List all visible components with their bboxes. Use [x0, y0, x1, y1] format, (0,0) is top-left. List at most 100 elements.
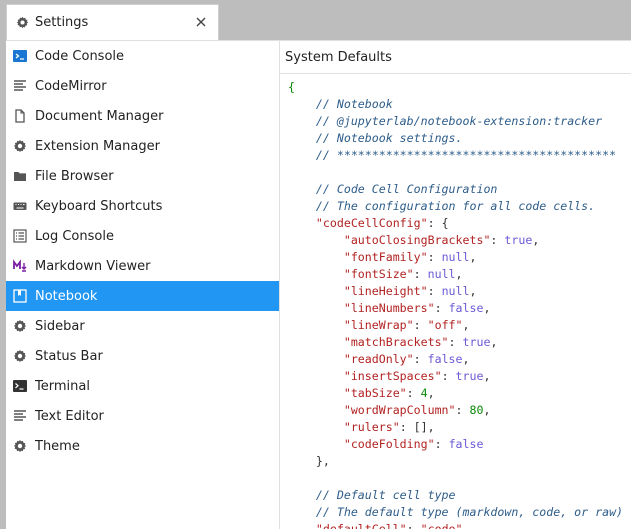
list-icon	[13, 229, 27, 243]
code-line: "autoClosingBrackets": true,	[288, 232, 623, 249]
code-line: },	[288, 453, 623, 470]
sidebar-item-codemirror[interactable]: CodeMirror	[6, 71, 279, 101]
code-token: // @jupyterlab/notebook-extension:tracke…	[288, 114, 603, 128]
settings-tab[interactable]: Settings	[6, 4, 219, 40]
code-token: :	[413, 352, 428, 366]
code-token: "lineHeight"	[288, 284, 428, 298]
sidebar-item-theme[interactable]: Theme	[6, 431, 279, 461]
gear-icon	[13, 439, 27, 453]
code-line: "lineWrap": "off",	[288, 317, 623, 334]
code-token: ,	[490, 335, 498, 349]
sidebar-item-sidebar[interactable]: Sidebar	[6, 311, 279, 341]
code-token: false	[448, 437, 484, 451]
code-token: 80	[469, 403, 484, 417]
system-defaults-editor[interactable]: System Defaults { // Notebook // @jupyte…	[280, 41, 631, 529]
sidebar-item-label: Text Editor	[35, 408, 104, 424]
sidebar-item-label: Notebook	[35, 288, 98, 304]
code-line: "codeFolding": false	[288, 436, 623, 453]
code-line: "lineHeight": null,	[288, 283, 623, 300]
code-token: false	[448, 301, 484, 315]
code-token: "insertSpaces"	[288, 369, 442, 383]
code-line: // Default cell type	[288, 487, 623, 504]
code-token: :	[413, 267, 428, 281]
code-token: true	[455, 369, 484, 383]
code-token: "readOnly"	[288, 352, 414, 366]
sidebar-item-notebook[interactable]: Notebook	[6, 281, 279, 311]
gear-icon	[13, 319, 27, 333]
code-token: "codeCellConfig"	[288, 216, 428, 230]
sidebar-item-terminal[interactable]: Terminal	[6, 371, 279, 401]
gear-icon	[15, 16, 29, 30]
tab-bar: Settings	[0, 0, 631, 40]
code-line: // Code Cell Configuration	[288, 181, 623, 198]
code-token: // The configuration for all code cells.	[288, 199, 596, 213]
code-token: "codeFolding"	[288, 437, 435, 451]
sidebar-item-label: Log Console	[35, 228, 114, 244]
code-token: // Code Cell Configuration	[288, 182, 498, 196]
gear-icon	[13, 139, 27, 153]
code-line: "codeCellConfig": {	[288, 215, 623, 232]
sidebar-item-label: Document Manager	[35, 108, 164, 124]
code-token: 4	[420, 386, 428, 400]
sidebar-item-log-console[interactable]: Log Console	[6, 221, 279, 251]
close-icon[interactable]	[194, 14, 208, 28]
code-token: :	[441, 369, 456, 383]
code-token: ,	[483, 369, 491, 383]
code-token: ,	[469, 284, 477, 298]
code-token: :	[406, 386, 421, 400]
code-token: ,	[483, 403, 491, 417]
code-token: :	[427, 284, 442, 298]
code-view[interactable]: { // Notebook // @jupyterlab/notebook-ex…	[288, 79, 623, 529]
sidebar-item-status-bar[interactable]: Status Bar	[6, 341, 279, 371]
code-line: "lineNumbers": false,	[288, 300, 623, 317]
sidebar-item-keyboard-shortcuts[interactable]: Keyboard Shortcuts	[6, 191, 279, 221]
code-token: "matchBrackets"	[288, 335, 449, 349]
markdown-icon	[13, 259, 27, 273]
terminal-icon	[13, 379, 27, 393]
code-token: ,	[427, 386, 435, 400]
sidebar-item-text-editor[interactable]: Text Editor	[6, 401, 279, 431]
code-token: true	[462, 335, 491, 349]
code-token: // Notebook	[288, 97, 393, 111]
sidebar-item-file-browser[interactable]: File Browser	[6, 161, 279, 191]
sidebar-item-extension-manager[interactable]: Extension Manager	[6, 131, 279, 161]
text-lines-icon	[13, 79, 27, 93]
code-token: true	[504, 233, 533, 247]
code-token: null	[427, 267, 456, 281]
code-line: "readOnly": false,	[288, 351, 623, 368]
document-icon	[13, 109, 27, 123]
sidebar-item-label: Status Bar	[35, 348, 103, 364]
sidebar-item-code-console[interactable]: Code Console	[6, 41, 279, 71]
code-token: // *************************************…	[288, 148, 617, 162]
keyboard-icon	[13, 199, 27, 213]
code-token: "lineNumbers"	[288, 301, 435, 315]
sidebar-item-document-manager[interactable]: Document Manager	[6, 101, 279, 131]
text-lines-icon	[13, 409, 27, 423]
code-line: "fontSize": null,	[288, 266, 623, 283]
sidebar-item-label: Sidebar	[35, 318, 85, 334]
code-token: ,	[532, 233, 540, 247]
sidebar-item-label: Code Console	[35, 48, 125, 64]
code-line: "rulers": [],	[288, 419, 623, 436]
sidebar-item-label: Extension Manager	[35, 138, 160, 154]
code-line: "matchBrackets": true,	[288, 334, 623, 351]
sidebar-item-markdown-viewer[interactable]: Markdown Viewer	[6, 251, 279, 281]
code-token: ,	[462, 318, 470, 332]
code-line: // @jupyterlab/notebook-extension:tracke…	[288, 113, 623, 130]
code-line: "tabSize": 4,	[288, 385, 623, 402]
code-line: // Notebook settings.	[288, 130, 623, 147]
sidebar-item-label: Theme	[35, 438, 80, 454]
code-line: // *************************************…	[288, 147, 623, 164]
code-token: {	[288, 80, 295, 94]
code-token: ,	[469, 250, 477, 264]
editor-title: System Defaults	[285, 49, 392, 65]
editor-header: System Defaults	[280, 41, 631, 74]
code-token: "rulers"	[288, 420, 400, 434]
code-token: "lineWrap"	[288, 318, 414, 332]
code-token: ,	[455, 267, 463, 281]
code-token: :	[448, 335, 463, 349]
code-line: "wordWrapColumn": 80,	[288, 402, 623, 419]
settings-sidebar: Code Console CodeMirror Document Manager Ex…	[6, 41, 280, 529]
